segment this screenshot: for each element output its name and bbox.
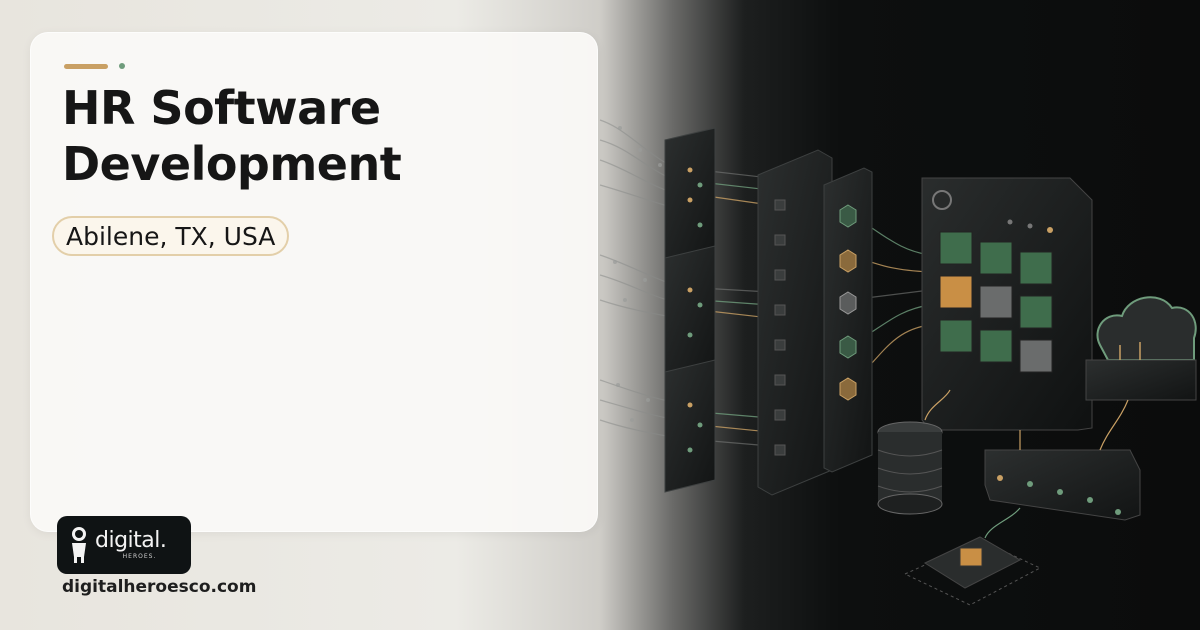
logo-subtext: HEROES.	[122, 553, 157, 560]
node-column	[823, 167, 873, 473]
chip-icon	[903, 507, 1042, 606]
cloud-icon	[1085, 296, 1197, 401]
accent-bar	[64, 64, 108, 69]
switch-panel-bottom	[664, 359, 716, 493]
page-title: HR Software Development	[62, 81, 402, 191]
dashboard-device	[921, 177, 1093, 431]
accent-dot	[119, 63, 125, 69]
website-link[interactable]: digitalheroesco.com	[62, 577, 256, 597]
location-badge: Abilene, TX, USA	[52, 216, 290, 256]
switch-panel-top	[664, 127, 716, 263]
switch-panel-middle	[664, 245, 716, 378]
mascot-icon	[72, 527, 86, 563]
brand-logo: digital. HEROES.	[57, 516, 191, 574]
logo-wordmark: digital.	[95, 528, 167, 553]
server-rack	[757, 149, 833, 496]
